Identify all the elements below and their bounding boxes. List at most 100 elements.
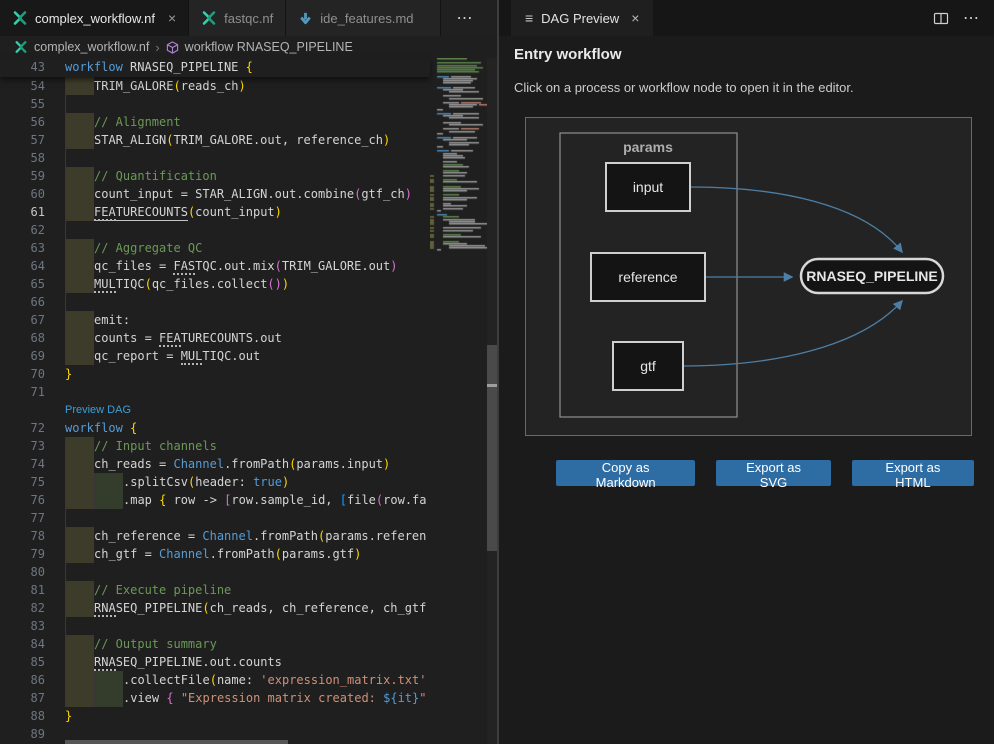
minimap[interactable] [430, 58, 487, 358]
code-line-43[interactable]: workflow RNASEQ_PIPELINE { [65, 58, 253, 76]
code-line-56[interactable]: // Alignment [65, 113, 181, 131]
code-line-86[interactable]: .collectFile(name: 'expression_matrix.tx… [65, 671, 426, 689]
code-line-68[interactable]: counts = FEATURECOUNTS.out [65, 329, 282, 347]
symbol-cube-icon [166, 41, 179, 54]
line-number: 84 [0, 635, 65, 653]
code-line-82[interactable]: RNASEQ_PIPELINE(ch_reads, ch_reference, … [65, 599, 426, 617]
codelens-preview-dag[interactable]: Preview DAG [65, 404, 131, 416]
code-line-87[interactable]: .view { "Expression matrix created: ${it… [65, 689, 426, 707]
close-icon[interactable]: × [631, 10, 639, 26]
code-line-76[interactable]: .map { row -> [row.sample_id, [file(row.… [65, 491, 427, 509]
code-line-61[interactable]: FEATURECOUNTS(count_input) [65, 203, 282, 221]
edge-gtf-to-pipeline [683, 301, 902, 366]
code-line-88[interactable]: } [65, 707, 72, 725]
code-line-63[interactable]: // Aggregate QC [65, 239, 202, 257]
edge-input-to-pipeline [690, 187, 902, 252]
export-as-svg-button[interactable]: Export as SVG [716, 460, 830, 486]
horizontal-scrollbar-thumb[interactable] [65, 740, 288, 744]
close-icon[interactable]: × [168, 10, 176, 26]
code-line-66[interactable] [65, 293, 94, 311]
breadcrumb-file[interactable]: complex_workflow.nf [34, 40, 149, 54]
code-line-67[interactable]: emit: [65, 311, 130, 329]
code-line-59[interactable]: // Quantification [65, 167, 217, 185]
line-number: 86 [0, 671, 65, 689]
line-number: 72 [0, 419, 65, 437]
tab-label: fastqc.nf [224, 11, 273, 26]
code-line-58[interactable] [65, 149, 94, 167]
code-line-78[interactable]: ch_reference = Channel.fromPath(params.r… [65, 527, 426, 545]
line-number: 81 [0, 581, 65, 599]
dag-preview-panel: ≡ DAG Preview × ⋯ Entry workflow Click o… [497, 0, 994, 744]
line-number: 64 [0, 257, 65, 275]
node-gtf[interactable]: gtf [613, 342, 683, 390]
code-line-60[interactable]: count_input = STAR_ALIGN.out.combine(gtf… [65, 185, 412, 203]
node-gtf-label: gtf [640, 358, 656, 374]
split-editor-icon[interactable] [933, 11, 949, 26]
breadcrumb-symbol[interactable]: workflow RNASEQ_PIPELINE [185, 40, 353, 54]
export-as-html-button[interactable]: Export as HTML [852, 460, 974, 486]
line-number: 61 [0, 203, 65, 221]
panel-heading: Entry workflow [514, 46, 974, 63]
code-editor[interactable]: 43workflow RNASEQ_PIPELINE { 54TRIM_GALO… [0, 58, 497, 744]
tab-fastqc[interactable]: fastqc.nf [189, 0, 286, 36]
line-number: 74 [0, 455, 65, 473]
code-line-80[interactable] [65, 563, 94, 581]
code-line-74[interactable]: ch_reads = Channel.fromPath(params.input… [65, 455, 390, 473]
code-line-77[interactable] [65, 509, 94, 527]
code-line-70[interactable]: } [65, 365, 72, 383]
tab-dag-preview[interactable]: ≡ DAG Preview × [511, 0, 653, 36]
sticky-scroll-line[interactable]: 43workflow RNASEQ_PIPELINE { [0, 58, 430, 77]
code-line-75[interactable]: .splitCsv(header: true) [65, 473, 289, 491]
chevron-right-icon: › [155, 40, 159, 55]
code-line-65[interactable]: MULTIQC(qc_files.collect()) [65, 275, 289, 293]
line-number: 77 [0, 509, 65, 527]
code-line-84[interactable]: // Output summary [65, 635, 217, 653]
code-line-54[interactable]: TRIM_GALORE(reads_ch) [65, 77, 246, 95]
tab-bar: complex_workflow.nf × fastqc.nf ide_feat… [0, 0, 497, 36]
code-line-79[interactable]: ch_gtf = Channel.fromPath(params.gtf) [65, 545, 361, 563]
panel-actions: ⋯ [933, 0, 994, 36]
code-line-64[interactable]: qc_files = FASTQC.out.mix(TRIM_GALORE.ou… [65, 257, 398, 275]
line-number: 87 [0, 689, 65, 707]
vertical-scrollbar[interactable] [487, 58, 497, 744]
line-number: 56 [0, 113, 65, 131]
more-tabs-icon[interactable]: ⋯ [443, 0, 488, 36]
vertical-scrollbar-thumb[interactable] [487, 345, 497, 551]
code-lines[interactable]: 54TRIM_GALORE(reads_ch)5556// Alignment5… [0, 77, 430, 744]
panel-header: ≡ DAG Preview × ⋯ [499, 0, 994, 36]
code-line-72[interactable]: workflow { [65, 419, 137, 437]
line-number: 78 [0, 527, 65, 545]
panel-description: Click on a process or workflow node to o… [514, 80, 974, 95]
code-line-55[interactable] [65, 95, 94, 113]
node-rnaseq-pipeline[interactable]: RNASEQ_PIPELINE [801, 259, 943, 293]
tab-label: complex_workflow.nf [35, 11, 155, 26]
line-number: 83 [0, 617, 65, 635]
code-line-85[interactable]: RNASEQ_PIPELINE.out.counts [65, 653, 282, 671]
line-number: 69 [0, 347, 65, 365]
line-number: 73 [0, 437, 65, 455]
more-actions-icon[interactable]: ⋯ [963, 8, 980, 28]
code-line-81[interactable]: // Execute pipeline [65, 581, 231, 599]
line-number: 62 [0, 221, 65, 239]
node-reference[interactable]: reference [591, 253, 705, 301]
tab-ide-features[interactable]: ide_features.md [286, 0, 440, 36]
cluster-params-label: params [623, 139, 673, 155]
code-line-73[interactable]: // Input channels [65, 437, 217, 455]
code-line-69[interactable]: qc_report = MULTIQC.out [65, 347, 260, 365]
code-line-83[interactable] [65, 617, 94, 635]
line-number: 67 [0, 311, 65, 329]
dag-diagram: params input reference [525, 117, 972, 436]
line-number: 89 [0, 725, 65, 743]
line-number: 54 [0, 77, 65, 95]
node-rnaseq-pipeline-label: RNASEQ_PIPELINE [806, 268, 937, 284]
node-input-label: input [633, 179, 663, 195]
line-number: 66 [0, 293, 65, 311]
tab-complex-workflow[interactable]: complex_workflow.nf × [0, 0, 189, 36]
nextflow-icon [12, 10, 28, 26]
copy-as-markdown-button[interactable]: Copy as Markdown [556, 460, 695, 486]
nextflow-icon [14, 40, 28, 54]
code-line-57[interactable]: STAR_ALIGN(TRIM_GALORE.out, reference_ch… [65, 131, 390, 149]
line-number: 57 [0, 131, 65, 149]
code-line-62[interactable] [65, 221, 94, 239]
node-input[interactable]: input [606, 163, 690, 211]
